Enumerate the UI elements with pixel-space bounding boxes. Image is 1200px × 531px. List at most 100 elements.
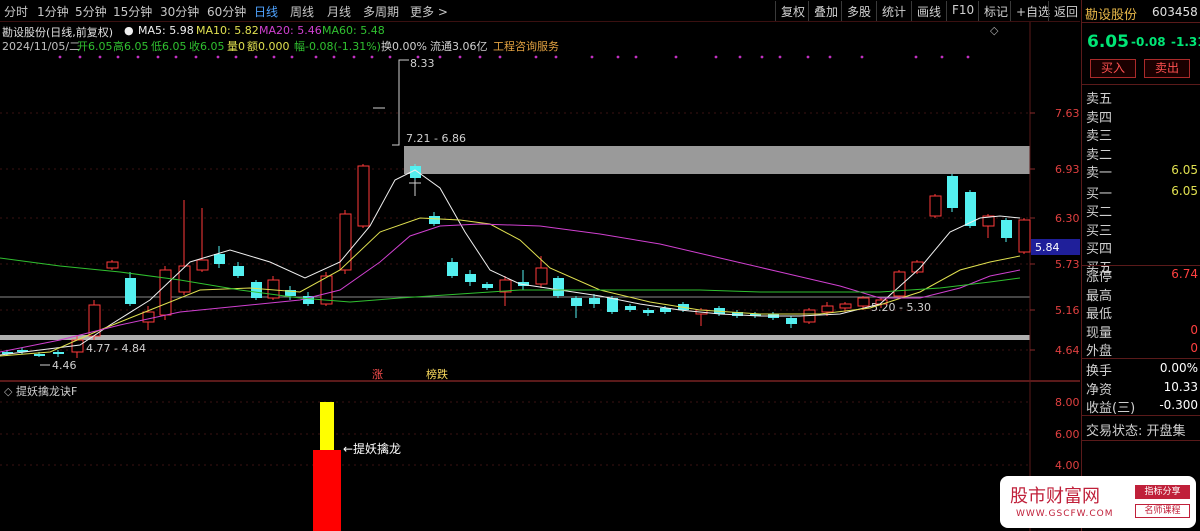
event-dot — [370, 55, 374, 59]
event-dot — [554, 55, 558, 59]
watermark-tag-course: 名师课程 — [1135, 504, 1190, 518]
event-dot — [78, 55, 82, 59]
limit-up-tag: 涨 — [372, 368, 383, 380]
candle-body-up — [178, 265, 191, 293]
fin-0-label: 换手 — [1086, 364, 1113, 379]
buy-button[interactable]: 买入 — [1090, 59, 1136, 78]
candle-body-up — [839, 303, 852, 309]
sell-button[interactable]: 卖出 — [1144, 59, 1190, 78]
event-dot — [98, 55, 102, 59]
candle-body-down — [643, 310, 654, 313]
watermark-brand: 股市财富网 — [1010, 486, 1100, 507]
indicator-axis-label: 4.00 — [1055, 459, 1080, 472]
panel-pct: -1.31 — [1171, 35, 1200, 49]
candle-body-up — [159, 269, 172, 316]
candle-body-down — [482, 284, 493, 288]
indicator-chart[interactable]: ◇ 提妖擒龙诀F 8.00 6.00 4.00 ←提妖擒龙 — [0, 382, 1080, 531]
event-dot — [616, 55, 620, 59]
buy-level-3-label: 买三 — [1086, 223, 1113, 239]
moving-averages — [0, 169, 1021, 357]
panel-change: -0.08 — [1131, 35, 1166, 49]
candle-body-down — [947, 176, 958, 208]
candle-body-up — [106, 261, 119, 269]
candle-body-down — [465, 274, 476, 282]
quote-panel: 勘设股份 603458 6.05 -0.08 -1.31 买入 卖出 卖五卖四卖… — [1081, 0, 1200, 531]
axis-label: 6.30 — [1055, 212, 1080, 225]
event-dot — [314, 55, 318, 59]
watermark-url: WWW.GSCFW.COM — [1016, 509, 1114, 519]
fin-2-value: -0.300 — [1159, 398, 1198, 412]
event-dot — [290, 55, 294, 59]
event-dot — [634, 55, 638, 59]
kline-chart[interactable]: 8.33 7.21 - 6.86 4.77 - 4.84 4.46 5.20 -… — [0, 0, 1080, 380]
event-dot — [194, 55, 198, 59]
candle-body-down — [214, 254, 225, 264]
watermark-logo: 股市财富网 WWW.GSCFW.COM 指标分享 名师课程 — [1000, 476, 1196, 528]
support-zone — [0, 335, 1030, 340]
candle-body-up — [1018, 219, 1031, 253]
candle-body-up — [893, 271, 906, 297]
event-dot — [234, 55, 238, 59]
stat-1-label: 最高 — [1086, 288, 1113, 304]
event-dot — [58, 55, 62, 59]
signal-label: ←提妖擒龙 — [343, 441, 401, 456]
sell-level-1-label: 卖一 — [1086, 166, 1113, 181]
indicator-axis-label: 8.00 — [1055, 396, 1080, 409]
stat-2-label: 最低 — [1086, 307, 1113, 322]
candle-body-down — [625, 306, 636, 310]
candle-body-up — [196, 259, 209, 271]
candle-body-down — [553, 278, 564, 296]
low-label: 4.46 — [52, 359, 77, 372]
candle-body-up — [499, 279, 512, 293]
signal-bar-red — [313, 450, 341, 531]
event-dot — [352, 55, 356, 59]
event-dot — [738, 55, 742, 59]
candle-body-up — [535, 267, 548, 285]
event-dot — [860, 55, 864, 59]
event-dot — [332, 55, 336, 59]
stock-app: 分时 1分钟 5分钟 15分钟 30分钟 60分钟 日线 周线 月线 多周期 更… — [0, 0, 1200, 531]
indicator-axis-label: 6.00 — [1055, 428, 1080, 441]
sell-level-1-value: 6.05 — [1171, 163, 1198, 177]
event-dot — [966, 55, 970, 59]
event-dot — [778, 55, 782, 59]
indicator-name: 提妖擒龙诀F — [16, 384, 77, 398]
stat-3-value: 0 — [1190, 322, 1198, 337]
event-dot — [674, 55, 678, 59]
price-axis: 7.63 6.93 6.30 5.73 5.16 4.64 — [1030, 107, 1080, 357]
candle-body-down — [53, 352, 64, 354]
event-dot — [914, 55, 918, 59]
dragon-tag: 榜跌 — [426, 367, 448, 380]
buy-level-1-label: 买一 — [1086, 186, 1113, 202]
stat-0-label: 涨停 — [1086, 270, 1113, 285]
event-dot — [478, 55, 482, 59]
support-label: 4.77 - 4.84 — [86, 342, 146, 355]
event-dot — [534, 55, 538, 59]
event-dot — [458, 55, 462, 59]
candle-body-up — [929, 195, 942, 217]
buy-level-1-value: 6.05 — [1171, 183, 1198, 198]
current-price-label: 5.84 — [1035, 241, 1060, 254]
candle-body-up — [857, 297, 870, 307]
ma5-line — [0, 169, 1021, 356]
event-dot — [156, 55, 160, 59]
candle-body-up — [357, 165, 370, 227]
candle-body-up — [821, 305, 834, 313]
candle-body-down — [125, 278, 136, 304]
indicator-collapse-icon[interactable]: ◇ — [4, 385, 13, 398]
event-dot — [806, 55, 810, 59]
axis-label: 5.73 — [1055, 258, 1080, 271]
event-dot — [498, 55, 502, 59]
event-dot — [254, 55, 258, 59]
signal-bar-yellow — [320, 402, 334, 450]
candle-body-down — [589, 298, 600, 304]
event-dot — [828, 55, 832, 59]
buy-level-4-label: 买四 — [1086, 242, 1113, 257]
stat-4-value: 0 — [1190, 341, 1198, 355]
event-dot — [416, 55, 420, 59]
fin-1-value: 10.33 — [1163, 379, 1198, 394]
buy-level-2-label: 买二 — [1086, 205, 1113, 220]
event-dot — [940, 55, 944, 59]
high-label: 8.33 — [410, 57, 435, 70]
fin-2-label: 收益(三) — [1086, 401, 1136, 416]
